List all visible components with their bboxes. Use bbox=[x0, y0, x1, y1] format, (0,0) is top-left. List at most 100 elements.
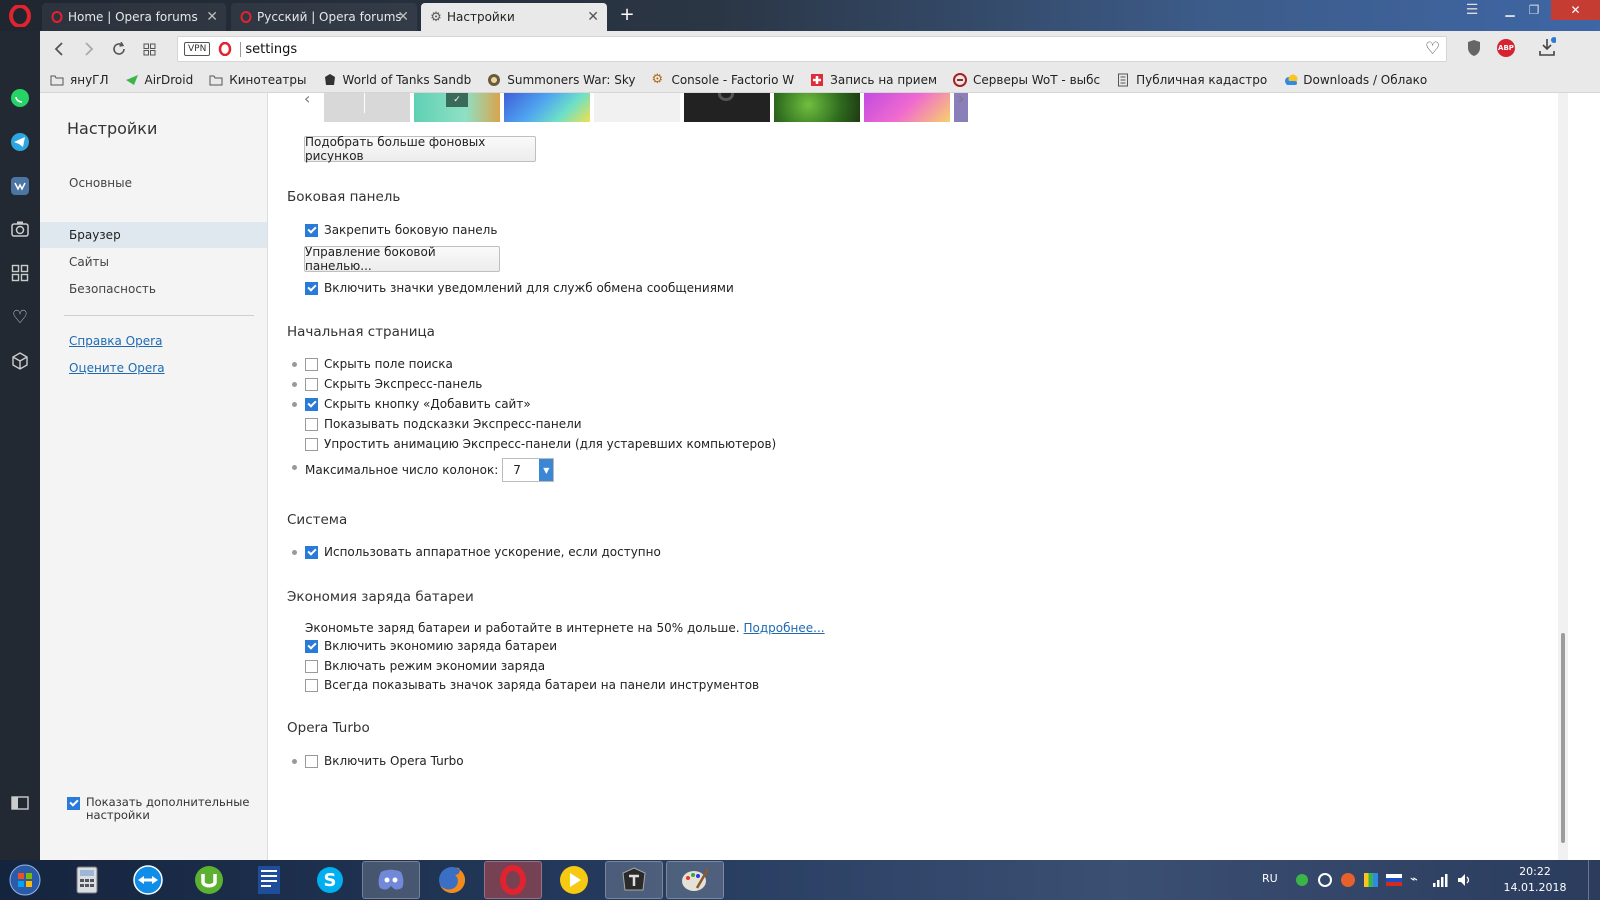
tray-chart-icon[interactable] bbox=[1364, 873, 1378, 887]
firefox-taskbar-icon[interactable] bbox=[423, 861, 481, 899]
tab-menu-icon[interactable]: ☰ bbox=[1462, 2, 1482, 22]
nav-item-browser[interactable]: Браузер bbox=[40, 222, 267, 248]
tab-settings[interactable]: ⚙ Настройки ✕ bbox=[421, 3, 607, 31]
battery-saver-checkbox[interactable] bbox=[305, 639, 318, 653]
reload-button[interactable] bbox=[104, 35, 134, 63]
nav-item-security[interactable]: Безопасность bbox=[40, 276, 267, 302]
hide-search-option[interactable]: Скрыть поле поиска bbox=[305, 355, 453, 373]
bookmark-item[interactable]: Summoners War: Sky bbox=[487, 73, 635, 87]
wallpaper-prev-arrow[interactable]: ‹ bbox=[304, 93, 310, 108]
start-button[interactable] bbox=[0, 861, 50, 899]
forward-button[interactable] bbox=[74, 35, 104, 63]
bookmark-item[interactable]: AirDroid bbox=[125, 73, 193, 87]
hide-search-checkbox[interactable] bbox=[305, 357, 318, 371]
language-indicator[interactable]: RU bbox=[1262, 872, 1278, 885]
heart-icon[interactable]: ♡ bbox=[8, 305, 32, 329]
hardware-acceleration-checkbox[interactable] bbox=[305, 545, 318, 559]
opera-turbo-option[interactable]: Включить Opera Turbo bbox=[305, 752, 464, 770]
messenger-notifications-checkbox[interactable] bbox=[305, 281, 318, 295]
opera-taskbar-icon[interactable] bbox=[484, 861, 542, 899]
wallpaper-thumbnail[interactable] bbox=[594, 93, 680, 122]
battery-saver-option[interactable]: Включить экономию заряда батареи bbox=[305, 637, 557, 655]
bookmark-item[interactable]: ⚙ Console - Factorio W bbox=[651, 73, 794, 87]
new-tab-button[interactable]: + bbox=[617, 5, 637, 25]
show-speed-dial-hints-option[interactable]: Показывать подсказки Экспресс-панели bbox=[305, 415, 582, 433]
show-advanced-settings[interactable]: Показать дополнительные настройки bbox=[67, 796, 249, 822]
vpn-badge[interactable]: VPN bbox=[184, 42, 211, 56]
speed-dial-button[interactable] bbox=[134, 35, 164, 63]
skype-taskbar-icon[interactable]: S bbox=[301, 861, 359, 899]
wallpaper-thumbnail[interactable] bbox=[774, 93, 860, 122]
battery-icon-option[interactable]: Всегда показывать значок заряда батареи … bbox=[305, 676, 759, 694]
pin-sidebar-option[interactable]: Закрепить боковую панель bbox=[305, 221, 497, 239]
auto-battery-saver-checkbox[interactable] bbox=[305, 659, 318, 673]
nav-item-basic[interactable]: Основные bbox=[40, 170, 267, 196]
wallpaper-next-arrow[interactable]: › bbox=[958, 93, 964, 108]
tray-power-icon[interactable] bbox=[1318, 873, 1332, 887]
tray-antivirus-icon[interactable] bbox=[1341, 873, 1355, 887]
wallpaper-thumbnail[interactable] bbox=[864, 93, 950, 122]
manage-sidebar-button[interactable]: Управление боковой панелью... bbox=[304, 245, 500, 273]
show-advanced-checkbox[interactable] bbox=[67, 797, 80, 810]
messenger-notifications-option[interactable]: Включить значки уведомлений для служб об… bbox=[305, 279, 734, 297]
hide-speed-dial-option[interactable]: Скрыть Экспресс-панель bbox=[305, 375, 482, 393]
bookmark-item[interactable]: Публичная кадастро bbox=[1116, 73, 1267, 87]
simplify-animation-checkbox[interactable] bbox=[305, 437, 318, 451]
rate-opera-link[interactable]: Оцените Opera bbox=[69, 361, 165, 375]
bookmark-item[interactable]: Downloads / Облако bbox=[1283, 73, 1427, 87]
paint-taskbar-icon[interactable] bbox=[666, 861, 724, 899]
clock[interactable]: 20:22 14.01.2018 bbox=[1500, 864, 1570, 896]
extensions-cube-icon[interactable] bbox=[8, 349, 32, 373]
bookmark-item[interactable]: януГЛ bbox=[50, 73, 109, 87]
adblock-extension-icon[interactable]: ABP bbox=[1497, 39, 1515, 57]
bookmark-item[interactable]: Запись на прием bbox=[810, 73, 937, 87]
show-desktop-button[interactable] bbox=[1588, 860, 1600, 900]
simplify-animation-option[interactable]: Упростить анимацию Экспресс-панели (для … bbox=[305, 435, 776, 453]
vk-icon[interactable] bbox=[8, 174, 32, 198]
nav-item-sites[interactable]: Сайты bbox=[40, 249, 267, 275]
battery-icon-checkbox[interactable] bbox=[305, 678, 318, 692]
world-of-tanks-taskbar-icon[interactable] bbox=[605, 861, 663, 899]
tab-opera-forums-home[interactable]: Home | Opera forums ✕ bbox=[42, 3, 226, 31]
bookmark-heart-icon[interactable]: ♡ bbox=[1425, 39, 1440, 59]
wallpaper-thumbnail[interactable] bbox=[324, 93, 410, 122]
hardware-acceleration-option[interactable]: Использовать аппаратное ускорение, если … bbox=[305, 543, 661, 561]
tab-opera-forums-russian[interactable]: Русский | Opera forums ✕ bbox=[231, 3, 417, 31]
wallpaper-thumbnail[interactable] bbox=[504, 93, 590, 122]
bookmark-item[interactable]: Кинотеатры bbox=[209, 73, 307, 87]
page-scrollbar[interactable] bbox=[1558, 93, 1568, 860]
wallpaper-thumbnail[interactable] bbox=[684, 93, 770, 122]
address-field[interactable]: VPN settings bbox=[177, 36, 1447, 62]
discord-taskbar-icon[interactable] bbox=[362, 861, 420, 899]
opera-help-link[interactable]: Справка Opera bbox=[69, 334, 162, 348]
camera-icon[interactable] bbox=[8, 217, 32, 241]
close-icon[interactable]: ✕ bbox=[206, 10, 218, 24]
max-columns-select[interactable]: 7 ▼ bbox=[502, 458, 555, 482]
calculator-taskbar-icon[interactable] bbox=[58, 861, 116, 899]
close-window-button[interactable]: ✕ bbox=[1551, 0, 1600, 20]
downloads-icon[interactable] bbox=[1538, 37, 1557, 60]
hide-speed-dial-checkbox[interactable] bbox=[305, 377, 318, 391]
opera-turbo-checkbox[interactable] bbox=[305, 754, 318, 768]
bookmark-item[interactable]: World of Tanks Sandb bbox=[323, 73, 471, 87]
tray-network-icon[interactable] bbox=[1432, 872, 1448, 891]
wallpaper-thumbnail[interactable]: ✓ bbox=[414, 93, 500, 122]
tray-app-icon[interactable] bbox=[1296, 874, 1308, 886]
bookmark-item[interactable]: Серверы WoT - выбс bbox=[953, 72, 1100, 87]
utorrent-taskbar-icon[interactable] bbox=[180, 861, 238, 899]
scrollbar-thumb[interactable] bbox=[1561, 633, 1565, 843]
speed-dial-icon[interactable] bbox=[8, 261, 32, 285]
tray-russia-flag-icon[interactable] bbox=[1386, 874, 1402, 886]
telegram-icon[interactable] bbox=[8, 130, 32, 154]
battery-more-link[interactable]: Подробнее... bbox=[744, 621, 825, 635]
tray-usb-icon[interactable]: ⌁ bbox=[1410, 872, 1418, 887]
media-player-taskbar-icon[interactable] bbox=[545, 861, 603, 899]
tray-volume-icon[interactable] bbox=[1456, 872, 1472, 891]
opera-menu-button[interactable] bbox=[0, 0, 40, 31]
show-speed-dial-hints-checkbox[interactable] bbox=[305, 417, 318, 431]
back-button[interactable] bbox=[44, 35, 74, 63]
auto-battery-saver-option[interactable]: Включать режим экономии заряда bbox=[305, 657, 545, 675]
hide-add-site-option[interactable]: Скрыть кнопку «Добавить сайт» bbox=[305, 395, 531, 413]
close-icon[interactable]: ✕ bbox=[397, 10, 409, 24]
teamviewer-taskbar-icon[interactable] bbox=[119, 861, 177, 899]
